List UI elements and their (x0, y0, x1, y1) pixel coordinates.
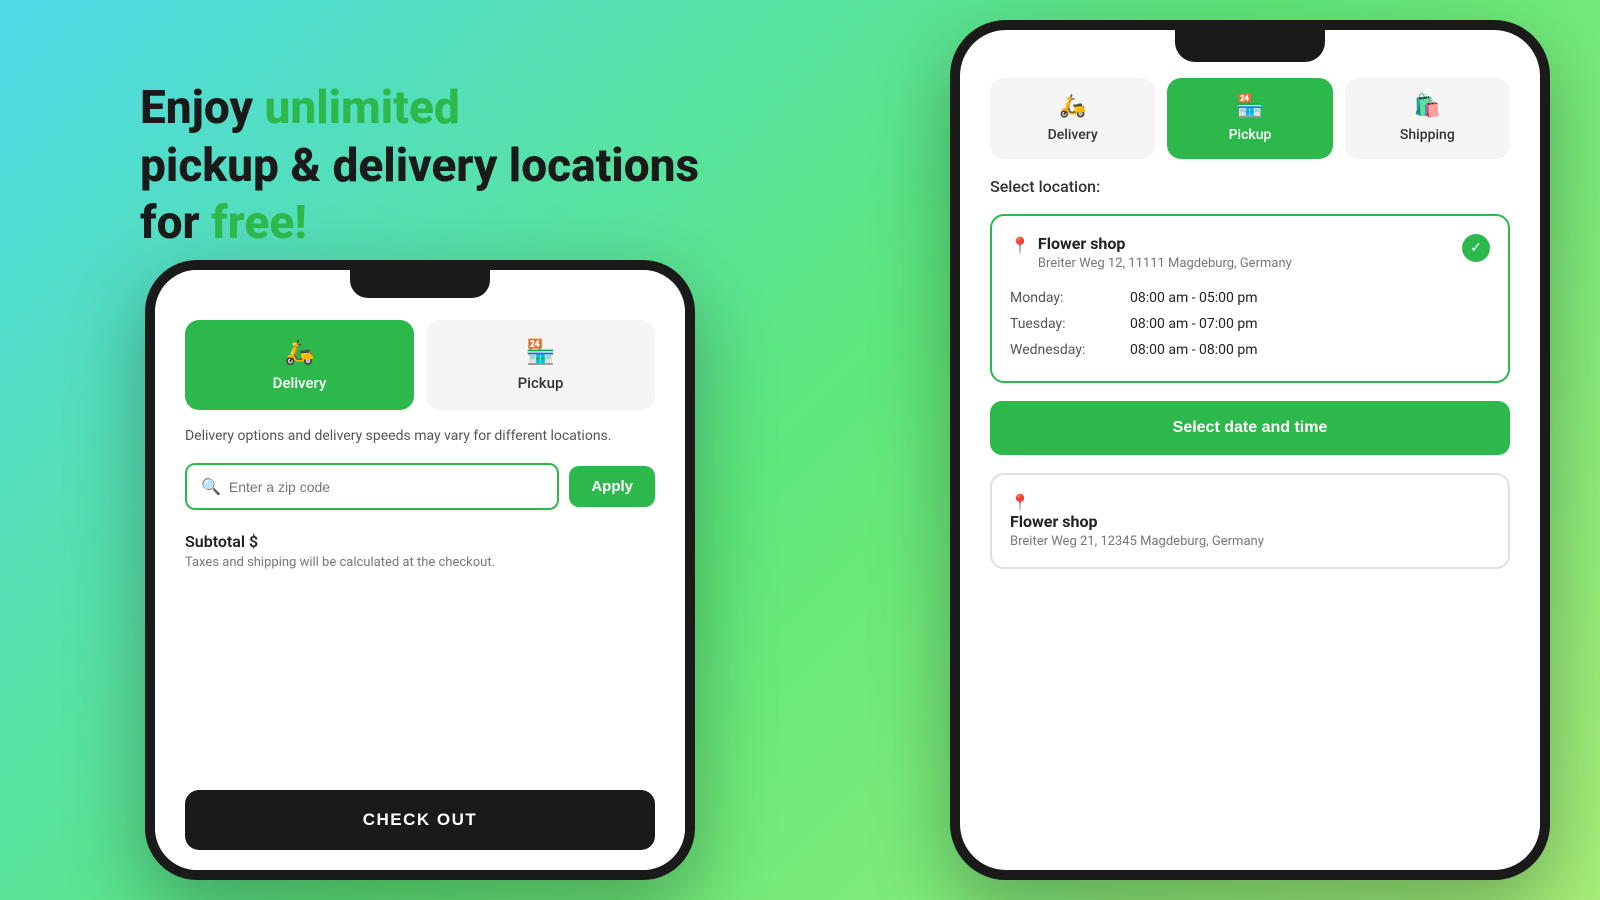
zip-input[interactable] (229, 479, 543, 495)
pickup-icon: 🏪 (526, 338, 556, 366)
subtotal-label: Subtotal $ (185, 532, 655, 551)
phone1-tab-pickup-label: Pickup (518, 374, 564, 392)
select-location-label: Select location: (990, 177, 1510, 196)
location-card-2[interactable]: 📍 Flower shop Breiter Weg 21, 12345 Magd… (990, 473, 1510, 569)
phone1-tab-delivery-label: Delivery (273, 374, 327, 392)
phone1: 🛵 Delivery 🏪 Pickup Delivery options and… (145, 260, 695, 880)
phone1-tab-pickup[interactable]: 🏪 Pickup (426, 320, 655, 410)
location-card-1[interactable]: 📍 Flower shop Breiter Weg 12, 11111 Magd… (990, 214, 1510, 383)
apply-button[interactable]: Apply (569, 466, 655, 507)
location1-selected-badge: ✓ (1462, 234, 1490, 262)
hero-line3-normal: for (140, 196, 211, 250)
phone2-service-tabs: 🛵 Delivery 🏪 Pickup 🛍️ Shipping (990, 78, 1510, 159)
phone2-tab-pickup-label: Pickup (1229, 127, 1272, 143)
phone2-tab-shipping[interactable]: 🛍️ Shipping (1345, 78, 1510, 159)
hero-line1-green: unlimited (264, 81, 459, 135)
hours-time-monday: 08:00 am - 05:00 pm (1130, 290, 1258, 306)
shipping-icon: 🛍️ (1414, 94, 1441, 119)
phone1-subtotal: Subtotal $ Taxes and shipping will be ca… (185, 532, 655, 570)
location1-name: Flower shop (1038, 234, 1454, 253)
phone1-zip-row: 🔍 Apply (185, 463, 655, 510)
phone1-service-tabs: 🛵 Delivery 🏪 Pickup (185, 320, 655, 410)
hours-time-wednesday: 08:00 am - 08:00 pm (1130, 342, 1258, 358)
hero-section: Enjoy unlimited pickup & delivery locati… (140, 80, 699, 253)
location1-hours: Monday: 08:00 am - 05:00 pm Tuesday: 08:… (1010, 285, 1490, 363)
delivery-icon2: 🛵 (1059, 94, 1086, 119)
hero-line2: pickup & delivery locations (140, 139, 699, 193)
hours-day-wednesday: Wednesday: (1010, 342, 1130, 358)
hours-time-tuesday: 08:00 am - 07:00 pm (1130, 316, 1258, 332)
location2-address: Breiter Weg 21, 12345 Magdeburg, Germany (1010, 534, 1490, 549)
phone2-tab-delivery[interactable]: 🛵 Delivery (990, 78, 1155, 159)
phone1-description: Delivery options and delivery speeds may… (185, 426, 655, 447)
phone2-tab-shipping-label: Shipping (1400, 127, 1455, 143)
location1-address: Breiter Weg 12, 11111 Magdeburg, Germany (1038, 256, 1454, 271)
phone2: 🛵 Delivery 🏪 Pickup 🛍️ Shipping Select l… (950, 20, 1550, 880)
hours-day-tuesday: Tuesday: (1010, 316, 1130, 332)
phone2-tab-pickup[interactable]: 🏪 Pickup (1167, 78, 1332, 159)
location-pin-icon-1: 📍 (1010, 236, 1030, 255)
hero-line3-green: free! (211, 196, 307, 250)
location-pin-icon-2: 📍 (1010, 493, 1030, 512)
location2-name: Flower shop (1010, 512, 1490, 531)
subtotal-note: Taxes and shipping will be calculated at… (185, 555, 655, 570)
zip-input-container[interactable]: 🔍 (185, 463, 559, 510)
hours-day-monday: Monday: (1010, 290, 1130, 306)
hero-line1-normal: Enjoy (140, 81, 264, 135)
phone1-tab-delivery[interactable]: 🛵 Delivery (185, 320, 414, 410)
select-date-time-button[interactable]: Select date and time (990, 401, 1510, 455)
search-icon: 🔍 (201, 477, 221, 496)
pickup-icon2: 🏪 (1236, 94, 1263, 119)
checkout-button[interactable]: CHECK OUT (185, 790, 655, 850)
delivery-icon: 🛵 (285, 338, 315, 366)
phone2-tab-delivery-label: Delivery (1048, 127, 1098, 143)
